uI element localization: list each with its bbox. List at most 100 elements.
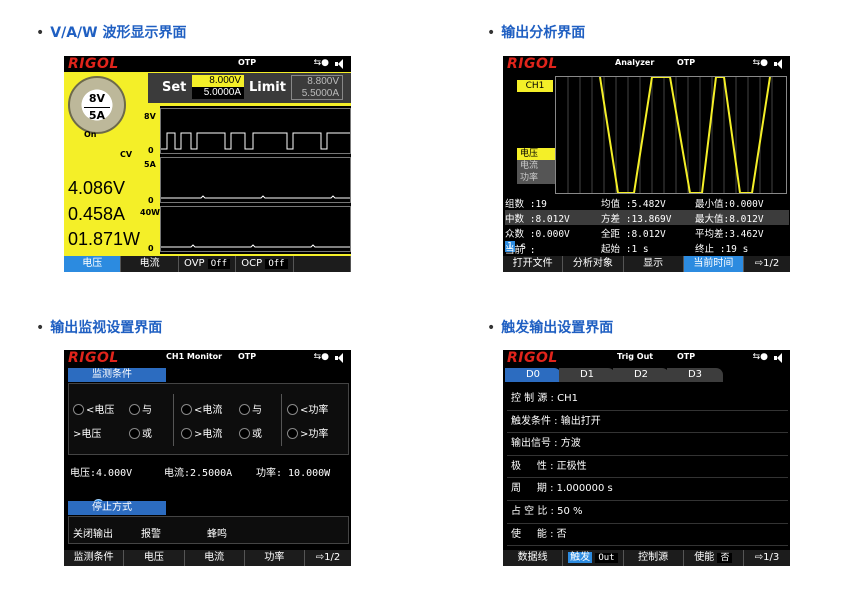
setting-signal[interactable]: 输出信号 : 方波 <box>507 433 788 456</box>
ovp-value: Off <box>207 259 231 269</box>
mode-current[interactable]: 电流 <box>517 160 555 172</box>
dial-current: 5A <box>88 109 106 122</box>
softkey-page[interactable]: ⇨1/2 <box>744 256 790 272</box>
stat-max: 最大值:8.012V <box>695 214 764 225</box>
analysis-graph <box>555 76 787 194</box>
softkey-open-file[interactable]: 打开文件 <box>503 256 564 272</box>
option-label: 蜂鸣 <box>207 529 227 540</box>
analyzer-screen: RIGOL Analyzer OTP ⇆● CH1 电压 电流 功率 组数 :1… <box>503 56 790 272</box>
trigger-out-screen: RIGOL Trig Out OTP ⇆● D0 D1 D2 D3 控 制 源 … <box>503 350 790 566</box>
option-label: 关闭输出 <box>73 529 113 540</box>
voltage-scale-zero: 0 <box>148 146 154 155</box>
radio-icon <box>287 404 298 415</box>
softkey-page[interactable]: ⇨1/2 <box>305 550 351 566</box>
stat-current-time: 当前 :1 s <box>505 241 535 256</box>
mode-power[interactable]: 功率 <box>517 172 555 184</box>
monitor-screen: RIGOL CH1 Monitor OTP ⇆● 监测条件 <电压 与 <电流 … <box>64 350 351 566</box>
channel-tab[interactable]: CH1 <box>517 80 553 92</box>
power-scale-top: 40W <box>140 208 160 217</box>
softkey-trigger[interactable]: 触发 Out <box>563 550 624 566</box>
setting-duty-cycle[interactable]: 占 空 比 : 50 % <box>507 501 788 524</box>
setting-polarity[interactable]: 极 性 : 正极性 <box>507 456 788 479</box>
radio-icon <box>181 404 192 415</box>
softkey-monitor-conditions[interactable]: 监测条件 <box>64 550 125 566</box>
softkey-empty[interactable] <box>294 256 351 272</box>
softkey-ocp[interactable]: OCP Off <box>236 256 294 272</box>
status-bar: RIGOL CH1 Monitor OTP ⇆● <box>64 350 351 366</box>
range-dial[interactable]: 8V 5A <box>68 76 126 134</box>
caption-analyzer: • 输出分析界面 <box>487 25 586 41</box>
dial-voltage: 8V <box>88 92 106 105</box>
option-label: >功率 <box>300 429 329 440</box>
setting-period[interactable]: 周 期 : 1.000000 s <box>507 478 788 501</box>
ovp-label: OVP <box>184 258 205 269</box>
option-current-less[interactable]: <电流 <box>181 401 222 416</box>
softkey-power[interactable]: 功率 <box>245 550 305 566</box>
softkey-page[interactable]: ⇨1/3 <box>744 550 790 566</box>
caption-waveform-text: V/A/W 波形显示界面 <box>50 25 187 41</box>
softkey-control-source[interactable]: 控制源 <box>624 550 684 566</box>
tab-d3[interactable]: D3 <box>667 368 723 382</box>
option-voltage-greater[interactable]: >电压 <box>73 425 104 510</box>
analysis-waveform <box>567 76 773 194</box>
option-label: 或 <box>252 429 262 440</box>
softkey-analysis-object[interactable]: 分析对象 <box>563 256 624 272</box>
option-current-greater[interactable]: >电流 <box>181 425 222 440</box>
softkey-bar: 监测条件 电压 电流 功率 ⇨1/2 <box>64 550 351 566</box>
limit-label: Limit <box>249 80 286 95</box>
option-and-1[interactable]: 与 <box>129 401 152 416</box>
option-and-2[interactable]: 与 <box>239 401 262 416</box>
option-voltage-less[interactable]: <电压 <box>73 401 114 416</box>
set-values[interactable]: 8.000V 5.0000A <box>192 75 244 100</box>
usb-icon: ⇆● <box>752 58 768 68</box>
output-on-label: On <box>84 130 97 139</box>
softkey-current[interactable]: 电流 <box>121 256 179 272</box>
limit-values[interactable]: 8.800V 5.5000A <box>291 75 343 100</box>
option-label: <电压 <box>86 405 115 416</box>
screen-title: CH1 Monitor <box>166 352 223 361</box>
stat-min: 最小值:0.000V <box>695 199 764 210</box>
stop-output-off[interactable]: 关闭输出 <box>73 525 113 540</box>
softkey-display[interactable]: 显示 <box>624 256 684 272</box>
voltage-reading: 4.086V <box>68 178 126 198</box>
mode-voltage[interactable]: 电压 <box>517 148 555 160</box>
option-power-less[interactable]: <功率 <box>287 401 328 416</box>
waveform-plots <box>160 106 351 254</box>
softkey-voltage[interactable]: 电压 <box>124 550 185 566</box>
setting-source[interactable]: 控 制 源 : CH1 <box>507 388 788 411</box>
enable-label: 使能 <box>694 552 715 563</box>
tab-d1[interactable]: D1 <box>559 368 615 382</box>
limit-current: 5.5000A <box>301 88 339 99</box>
dial-divider <box>84 107 110 108</box>
current-reading: 0.458A <box>68 204 126 224</box>
option-power-greater[interactable]: >功率 <box>287 425 328 440</box>
speaker-icon <box>335 353 345 363</box>
softkey-data-line[interactable]: 数据线 <box>503 550 564 566</box>
rigol-logo: RIGOL <box>507 350 558 366</box>
softkey-current[interactable]: 电流 <box>185 550 245 566</box>
setting-enable[interactable]: 使 能 : 否 <box>507 524 788 547</box>
softkey-voltage[interactable]: 电压 <box>64 256 122 272</box>
usb-icon: ⇆● <box>313 58 329 68</box>
power-plot <box>160 206 351 252</box>
power-reading: 01.871W <box>68 229 141 249</box>
conditions-panel: <电压 与 <电流 与 <功率 >电压 或 >电流 或 >功率 <box>68 383 349 510</box>
softkey-ovp[interactable]: OVP Off <box>179 256 237 272</box>
softkey-current-time[interactable]: 当前时间 <box>683 256 744 272</box>
set-current: 5.0000A <box>192 87 244 99</box>
stats-row: 众数 :0.000V 全距 :8.012V 平均差:3.462V <box>505 225 789 240</box>
stop-alarm[interactable]: 报警 <box>141 525 161 540</box>
setting-condition[interactable]: 触发条件 : 输出打开 <box>507 411 788 434</box>
analysis-mode-list: 电压 电流 功率 <box>517 148 555 184</box>
power-wave <box>161 244 350 248</box>
option-or-1[interactable]: 或 <box>129 425 152 440</box>
softkey-enable[interactable]: 使能 否 <box>684 550 744 566</box>
voltage-wave <box>161 132 350 150</box>
caption-trigger-text: 触发输出设置界面 <box>501 320 614 336</box>
tab-d0[interactable]: D0 <box>505 368 561 382</box>
stop-beeper[interactable]: 蜂鸣 <box>207 525 227 540</box>
usb-icon: ⇆● <box>313 352 329 362</box>
option-label: >电压 <box>73 429 102 440</box>
option-or-2[interactable]: 或 <box>239 425 262 440</box>
tab-d2[interactable]: D2 <box>613 368 669 382</box>
